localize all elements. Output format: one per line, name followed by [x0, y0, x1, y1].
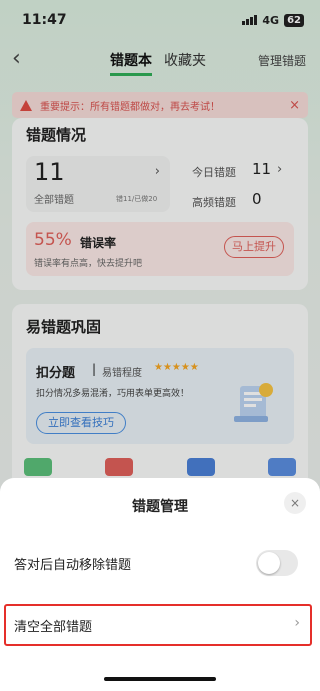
chevron-right-icon: ›: [294, 615, 300, 631]
close-icon[interactable]: ×: [284, 492, 306, 514]
clear-all-label: 清空全部错题: [14, 620, 93, 635]
auto-remove-toggle[interactable]: [256, 550, 298, 576]
auto-remove-row: 答对后自动移除错题: [0, 544, 320, 584]
wrong-manage-sheet: 错题管理 × 答对后自动移除错题 清空全部错题 ›: [0, 478, 320, 691]
home-indicator: [104, 677, 216, 681]
clear-all-row[interactable]: 清空全部错题 ›: [4, 604, 312, 646]
toggle-knob: [258, 552, 280, 574]
sheet-title: 错题管理: [132, 499, 188, 515]
auto-remove-label: 答对后自动移除错题: [14, 558, 132, 573]
